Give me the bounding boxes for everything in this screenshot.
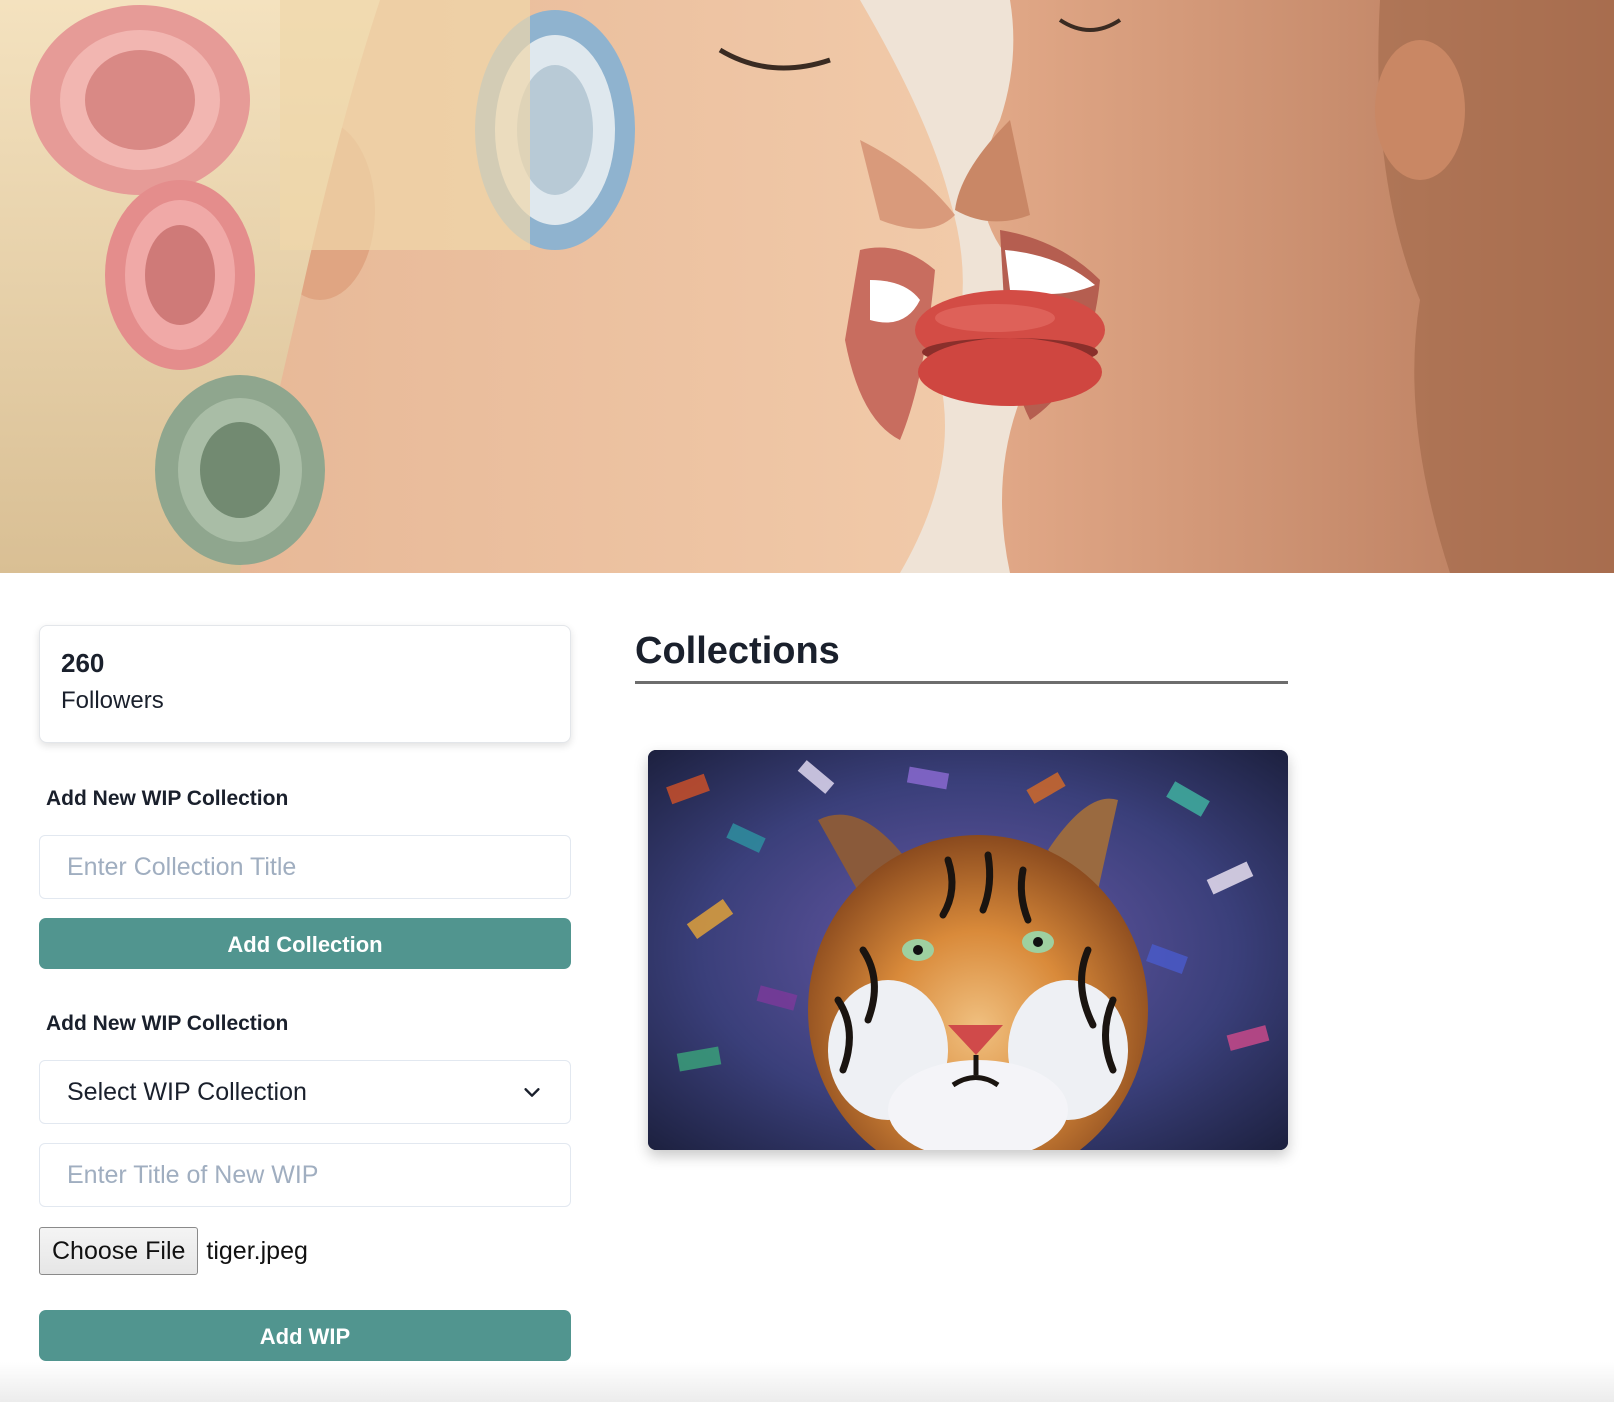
curler-pink-top — [30, 5, 250, 195]
collection-title-input[interactable] — [39, 835, 571, 899]
chevron-down-icon — [524, 1088, 540, 1097]
cover-banner-image — [0, 0, 1614, 573]
add-wip-button[interactable]: Add WIP — [39, 1310, 571, 1361]
choose-file-button[interactable]: Choose File — [39, 1227, 199, 1275]
curler-green — [155, 375, 325, 565]
selected-file-name: tiger.jpeg — [206, 1236, 308, 1265]
collection-card-tiger[interactable] — [648, 750, 1288, 1150]
collections-heading: Collections — [635, 630, 840, 672]
add-collection-button[interactable]: Add Collection — [39, 918, 571, 969]
add-collection-heading: Add New WIP Collection — [46, 787, 289, 810]
followers-label: Followers — [61, 687, 164, 715]
tiger-painting-image — [648, 750, 1288, 1150]
file-upload: Choose File tiger.jpeg — [39, 1227, 308, 1275]
followers-count: 260 — [61, 648, 105, 678]
wip-title-input[interactable] — [39, 1143, 571, 1207]
followers-card: 260 Followers — [39, 625, 571, 743]
wip-collection-select[interactable]: Select WIP Collection — [39, 1060, 571, 1124]
collections-divider — [635, 681, 1288, 684]
cover-photo — [0, 0, 1614, 573]
macaron — [915, 290, 1105, 406]
add-wip-heading: Add New WIP Collection — [46, 1012, 289, 1035]
curler-pink-middle — [105, 180, 255, 370]
bottom-edge-shadow — [0, 1362, 1614, 1402]
wip-collection-select-value: Select WIP Collection — [67, 1077, 307, 1106]
